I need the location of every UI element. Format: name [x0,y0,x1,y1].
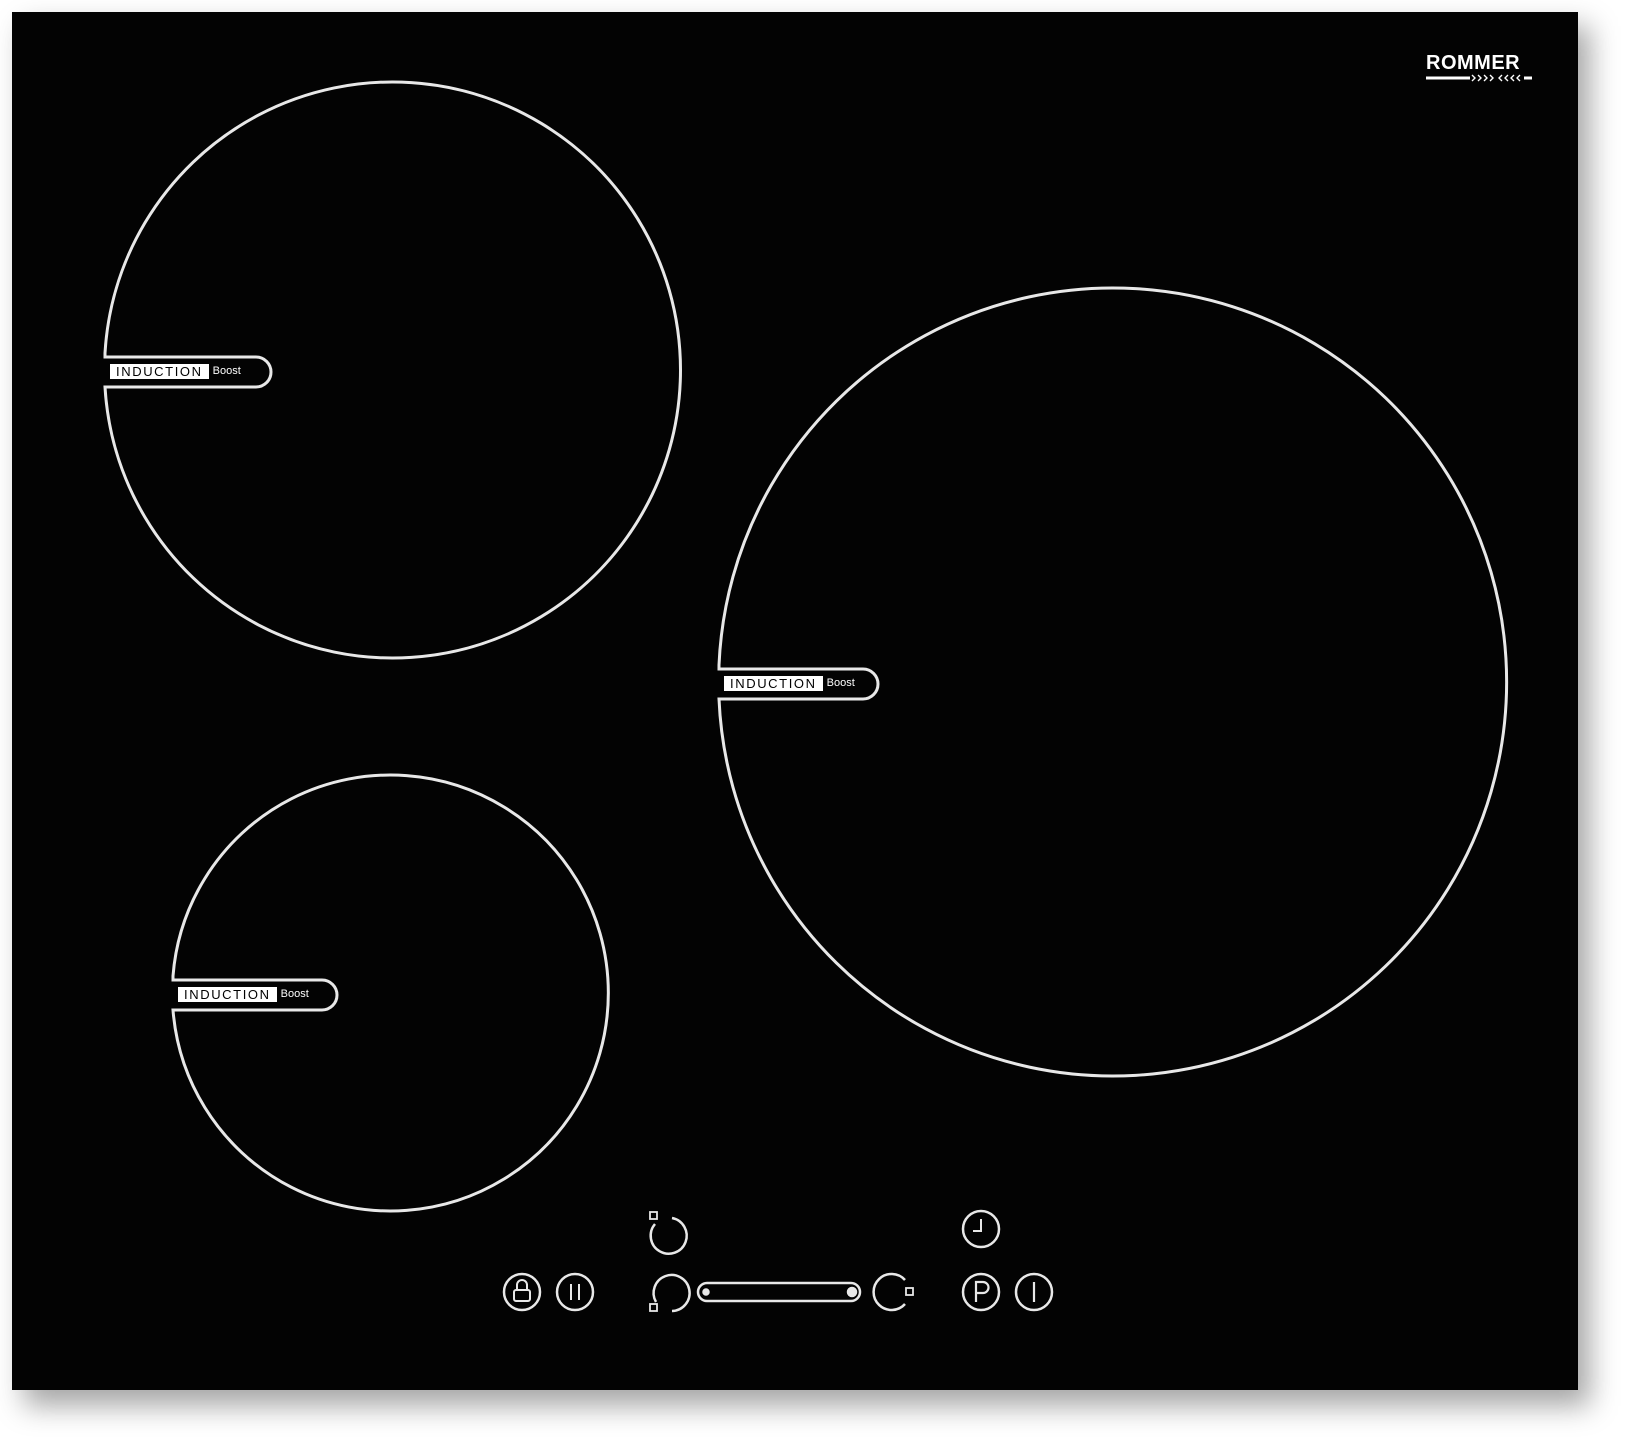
power-decrease-icon[interactable] [649,1273,691,1313]
power-icon[interactable] [1014,1272,1054,1312]
power-slider[interactable] [696,1281,862,1303]
zone-label-top-left: INDUCTION Boost [110,362,241,380]
pause-icon[interactable] [555,1272,595,1312]
induction-label: INDUCTION [110,363,209,379]
zone-select-icon[interactable] [649,1211,688,1255]
boost-label: Boost [280,988,309,1000]
lock-icon[interactable] [502,1272,542,1312]
power-increase-icon[interactable] [872,1272,914,1312]
clock-icon[interactable] [961,1209,1001,1249]
induction-label: INDUCTION [724,675,823,691]
boost-label: Boost [826,677,855,689]
boost-label: Boost [212,365,241,377]
induction-label: INDUCTION [178,986,277,1002]
cooktop-graphics [103,80,1509,1313]
zone-label-right: INDUCTION Boost [724,674,855,692]
zone-label-bottom-left: INDUCTION Boost [178,985,309,1003]
p-letter-icon[interactable] [961,1272,1001,1312]
